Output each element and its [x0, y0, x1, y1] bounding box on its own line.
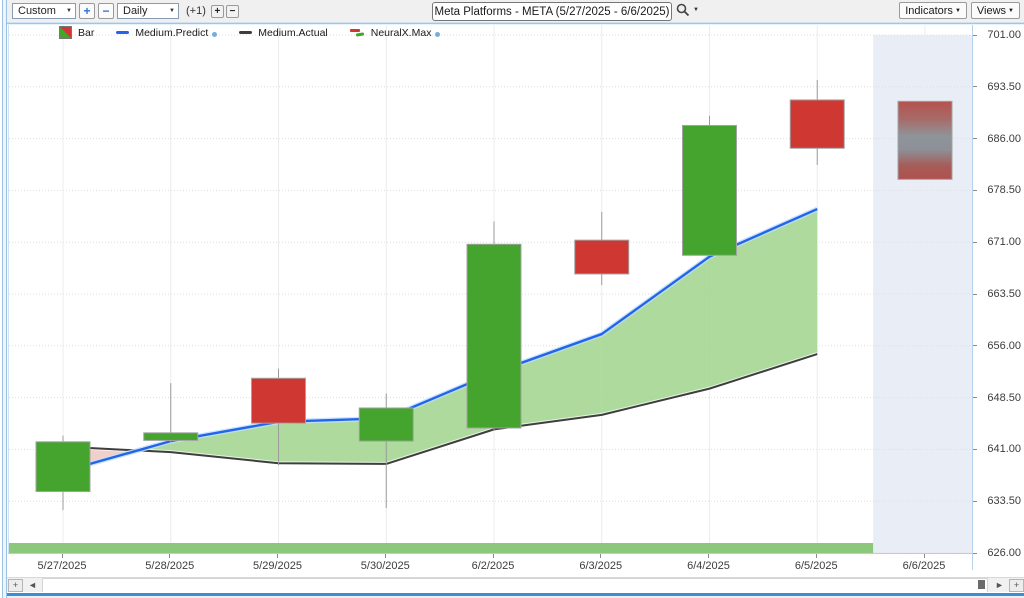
y-axis-label: 626.00	[987, 547, 1021, 559]
legend-settings-dot[interactable]	[435, 32, 441, 37]
candle-5/30/2025[interactable]	[358, 407, 414, 442]
x-axis-label: 6/3/2025	[579, 560, 623, 572]
views-button[interactable]: Views ▼	[970, 2, 1020, 19]
x-axis-label: 5/28/2025	[145, 560, 195, 572]
y-tick-mark	[973, 241, 977, 243]
legend-item-neural[interactable]: NeuralX.Max	[349, 26, 441, 39]
extra-bars-label: (+1)	[186, 5, 206, 17]
legend-item-predict[interactable]: Medium.Predict	[116, 26, 218, 39]
scroll-zoom-in-button[interactable]: +	[1009, 579, 1024, 592]
scroll-left-arrow[interactable]: ◄	[25, 579, 40, 592]
y-axis-label: 656.00	[987, 339, 1021, 352]
candle-6/5/2025[interactable]	[789, 99, 845, 149]
y-tick-mark	[973, 552, 977, 554]
candle-5/29/2025[interactable]	[251, 377, 306, 424]
x-axis-label: 6/6/2025	[902, 560, 946, 572]
legend-label: Medium.Actual	[258, 26, 328, 39]
x-tick-mark	[384, 554, 386, 558]
date-axis: 5/27/2025 5/28/2025 5/29/2025 5/30/2025 6/2/…	[8, 553, 972, 578]
timeframe-select[interactable]: Custom ▼	[12, 3, 76, 19]
timeframe-select-value: Custom	[18, 5, 56, 17]
x-tick-mark	[61, 554, 63, 558]
neuralx-series-icon	[349, 28, 365, 37]
legend-settings-dot[interactable]	[212, 32, 218, 37]
chevron-down-icon: ▼	[1008, 7, 1014, 14]
zoom-in-button[interactable]: +	[79, 3, 95, 19]
add-bar-button[interactable]: +	[210, 4, 224, 18]
x-tick-mark	[815, 554, 817, 558]
predict-line-icon	[116, 31, 130, 34]
y-axis-label: 701.00	[987, 29, 1021, 41]
y-tick-mark	[973, 448, 977, 450]
y-tick-mark	[973, 293, 977, 295]
x-axis-label: 6/5/2025	[794, 560, 838, 572]
legend-label: Bar	[78, 26, 95, 39]
y-axis-label: 686.00	[987, 132, 1021, 145]
toolbar-separator	[0, 22, 1024, 25]
chart-legend: Bar Medium.Predict Medium.Actual NeuralX.Ma…	[59, 26, 462, 39]
scrollbar-track[interactable]	[42, 578, 988, 593]
candle-6/6/2025[interactable]	[897, 100, 953, 180]
candle-6/2/2025[interactable]	[466, 243, 522, 429]
candle-5/27/2025[interactable]	[35, 441, 91, 493]
y-axis-label: 648.50	[987, 391, 1021, 404]
y-tick-mark	[973, 345, 977, 347]
legend-item-bar[interactable]: Bar	[59, 26, 94, 39]
symbol-search-input[interactable]: Meta Platforms - META (5/27/2025 - 6/6/2…	[432, 2, 672, 21]
search-icon	[676, 3, 690, 17]
chevron-down-icon: ▼	[954, 7, 961, 14]
y-axis-label: 693.50	[987, 80, 1021, 93]
window-bottom-border	[0, 592, 1024, 598]
x-tick-mark	[600, 554, 602, 558]
window-left-border	[0, 0, 7, 598]
horizontal-scrollbar: + ◄ ► +	[6, 577, 1024, 593]
x-axis-label: 5/27/2025	[37, 560, 87, 572]
chart-plot-area[interactable]: Bar Medium.Predict Medium.Actual NeuralX.Ma…	[8, 25, 973, 554]
y-tick-mark	[973, 138, 977, 140]
bar-series-icon	[59, 26, 72, 39]
chevron-down-icon: ▼	[169, 8, 175, 14]
y-tick-mark	[973, 500, 977, 502]
interval-select[interactable]: Daily ▼	[117, 3, 179, 19]
legend-label: NeuralX.Max	[370, 26, 432, 39]
interval-select-value: Daily	[123, 5, 148, 17]
candle-6/3/2025[interactable]	[574, 239, 630, 275]
x-tick-mark	[923, 554, 925, 558]
zoom-out-button[interactable]: −	[98, 3, 114, 19]
price-chart[interactable]	[9, 25, 973, 554]
remove-bar-button[interactable]: −	[225, 4, 239, 18]
x-axis-label: 5/30/2025	[360, 560, 410, 572]
y-tick-mark	[973, 397, 977, 399]
top-toolbar: Custom ▼ + − Daily ▼ (+1) + − Meta Platf…	[0, 0, 1024, 22]
search-control[interactable]: ▼	[676, 3, 699, 17]
y-tick-mark	[973, 189, 977, 191]
y-axis-label: 671.00	[987, 236, 1021, 249]
actual-line-icon	[239, 31, 253, 34]
chevron-down-icon: ▼	[66, 8, 72, 14]
y-axis-label: 633.50	[987, 495, 1021, 508]
y-tick-mark	[973, 86, 977, 88]
scroll-right-arrow[interactable]: ►	[992, 579, 1007, 592]
y-tick-mark	[973, 34, 977, 36]
legend-label: Medium.Predict	[135, 26, 209, 39]
indicators-button[interactable]: Indicators ▼	[899, 2, 967, 19]
candle-6/4/2025[interactable]	[682, 124, 737, 256]
legend-item-actual[interactable]: Medium.Actual	[239, 26, 328, 39]
chevron-down-icon: ▼	[693, 7, 699, 13]
x-axis-label: 6/2/2025	[471, 560, 515, 572]
x-axis-label: 5/29/2025	[253, 560, 302, 572]
y-axis-label: 678.50	[987, 184, 1021, 197]
candle-5/28/2025[interactable]	[143, 432, 199, 441]
scroll-zoom-out-button[interactable]: +	[8, 579, 23, 592]
x-tick-mark	[708, 554, 709, 558]
y-axis-label: 641.00	[987, 443, 1021, 456]
x-tick-mark	[169, 554, 171, 558]
x-tick-mark	[492, 554, 494, 558]
bottom-indicator-bar	[9, 543, 874, 553]
x-axis-label: 6/4/2025	[687, 560, 730, 572]
scrollbar-thumb[interactable]	[978, 580, 985, 589]
price-axis: 701.00 693.50 686.00 678.50 671.00 663.50 656.…	[972, 25, 1024, 570]
y-axis-label: 663.50	[987, 288, 1021, 300]
x-tick-mark	[277, 554, 278, 558]
